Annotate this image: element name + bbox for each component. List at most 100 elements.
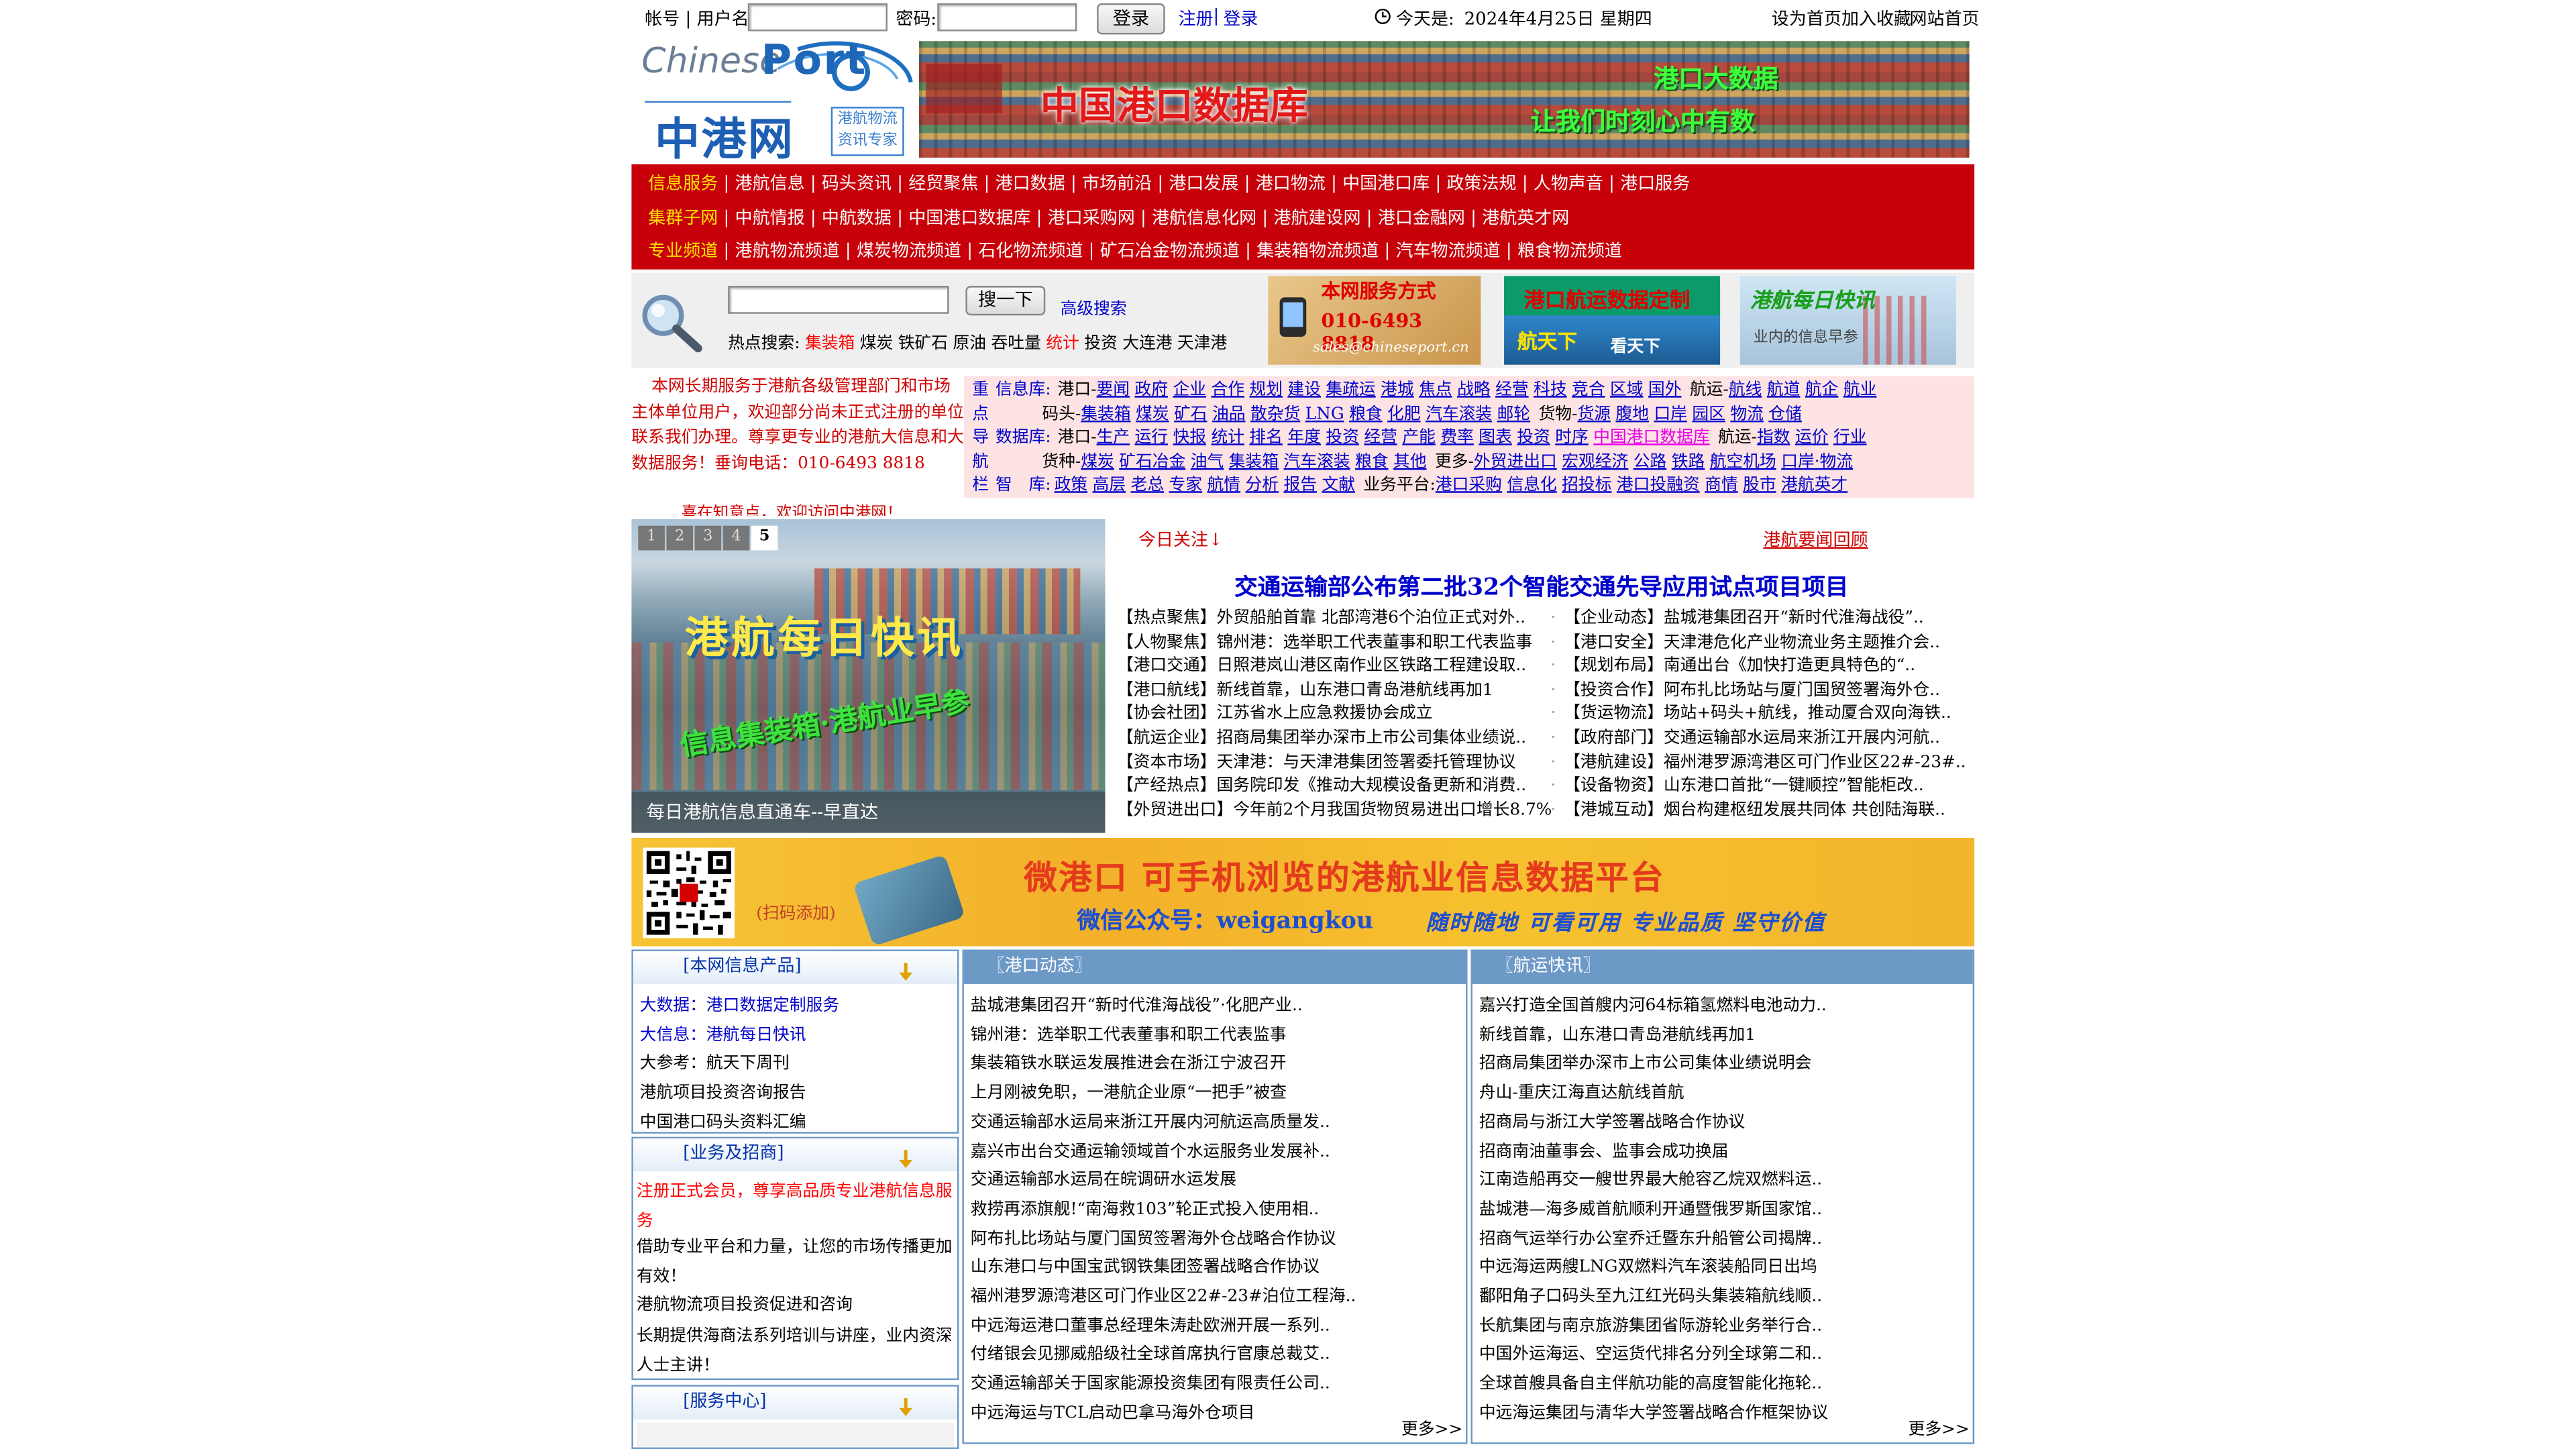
key-nav-link[interactable]: 费率 (1440, 429, 1474, 447)
nav-link-1-3[interactable]: 港口采购网 (1048, 208, 1135, 227)
news-list-item[interactable]: 锦州港：选举职工代表董事和职工代表监事 (971, 1020, 1287, 1044)
key-nav-link[interactable]: 口岸·物流 (1781, 453, 1853, 471)
slider-dot-1[interactable]: 1 (638, 525, 665, 551)
nav-link-2-0[interactable]: 港航物流频道 (735, 241, 840, 261)
nav-link-0-5[interactable]: 港口发展 (1169, 174, 1238, 194)
weigangkou-banner[interactable]: (扫码添加) 微港口 可手机浏览的港航业信息数据平台 微信公众号：weigang… (631, 837, 1975, 947)
nav-link-0-7[interactable]: 中国港口库 (1342, 174, 1430, 194)
business-item[interactable]: 港航物流项目投资促进和咨询 (637, 1291, 953, 1320)
news-list-item[interactable]: 中远海运集团与清华大学签署战略合作框架协议 (1479, 1398, 1828, 1422)
news-item-right[interactable]: 【政府部门】交通运输部水运局来浙江开展内河航.. (1564, 728, 1940, 752)
news-list-item[interactable]: 招商局集团举办深市上市公司集体业绩说明会 (1479, 1049, 1811, 1073)
news-list-item[interactable]: 救捞再添旗舰!“南海救103”轮正式投入使用相.. (971, 1194, 1319, 1219)
key-nav-link[interactable]: 图表 (1479, 429, 1512, 447)
username-input[interactable] (747, 3, 888, 32)
key-nav-link[interactable]: 煤炭 (1136, 405, 1169, 423)
key-nav-link[interactable]: 建设 (1287, 381, 1321, 399)
key-nav-link[interactable]: 老总 (1131, 477, 1165, 495)
key-nav-link[interactable]: 仓储 (1768, 405, 1802, 423)
advanced-search-link[interactable]: 高级搜索 (1061, 294, 1127, 319)
key-nav-link[interactable]: 报告 (1283, 477, 1317, 495)
nav-link-1-5[interactable]: 港航建设网 (1273, 208, 1360, 227)
key-nav-link[interactable]: 公路 (1633, 453, 1667, 471)
nav-link-2-5[interactable]: 汽车物流频道 (1396, 241, 1501, 261)
news-list-item[interactable]: 集装箱铁水联运发展推进会在浙江宁波召开 (971, 1049, 1287, 1073)
key-nav-link[interactable]: 铁路 (1672, 453, 1705, 471)
hot-search-link[interactable]: 天津港 (1177, 335, 1227, 354)
news-list-item[interactable]: 江南造船再交一艘世界最大舱容乙烷双燃料运.. (1479, 1165, 1822, 1190)
password-input[interactable] (937, 3, 1077, 32)
key-nav-link[interactable]: 分析 (1246, 477, 1279, 495)
login-link[interactable]: 登录 (1223, 7, 1258, 32)
key-nav-link[interactable]: 油品 (1212, 405, 1246, 423)
key-nav-link[interactable]: 快报 (1173, 429, 1206, 447)
key-nav-link[interactable]: 国外 (1648, 381, 1682, 399)
key-nav-link[interactable]: 航空机场 (1710, 453, 1776, 471)
data-custom-ad[interactable]: 港口航运数据定制 航天下 看天下 (1504, 276, 1721, 365)
nav-link-1-7[interactable]: 港航英才网 (1482, 208, 1569, 227)
hot-search-link[interactable]: 大连港 (1122, 335, 1172, 354)
nav-link-0-9[interactable]: 人物声音 (1534, 174, 1603, 194)
key-nav-link[interactable]: 焦点 (1419, 381, 1452, 399)
info-product-link[interactable]: 大数据：港口数据定制服务 (640, 991, 839, 1016)
nav-link-0-3[interactable]: 港口数据 (996, 174, 1065, 194)
news-item-right[interactable]: 【设备物资】山东港口首批“一键顺控”智能柜改.. (1564, 775, 1924, 800)
news-list-item[interactable]: 交通运输部水运局在皖调研水运发展 (971, 1165, 1236, 1190)
key-nav-link[interactable]: 文献 (1322, 477, 1355, 495)
nav-link-1-1[interactable]: 中航数据 (822, 208, 892, 227)
key-nav-link[interactable]: 年度 (1287, 429, 1321, 447)
news-list-item[interactable]: 全球首艘具备自主伴航功能的高度智能化拖轮.. (1479, 1368, 1822, 1393)
news-item-right[interactable]: 【规划布局】南通出台《加快打造更具特色的“.. (1564, 656, 1915, 680)
key-nav-link[interactable]: 港口投融资 (1617, 477, 1700, 495)
news-list-item[interactable]: 嘉兴打造全国首艘内河64标箱氢燃料电池动力.. (1479, 991, 1827, 1016)
key-nav-link[interactable]: 区域 (1610, 381, 1644, 399)
news-item-left[interactable]: 【产经热点】国务院印发《推动大规模设备更新和消费.. (1117, 775, 1526, 800)
key-nav-link[interactable]: 集装箱 (1229, 453, 1279, 471)
port-database-banner[interactable]: 中国港口数据库 港口大数据 让我们时刻心中有数 (919, 41, 1970, 158)
port-news-more-link[interactable]: 更多>> (1401, 1415, 1462, 1439)
key-nav-link[interactable]: 时序 (1555, 429, 1589, 447)
nav-link-0-2[interactable]: 经贸聚焦 (908, 174, 978, 194)
key-nav-link[interactable]: 航道 (1767, 381, 1801, 399)
contact-ad[interactable]: 本网服务方式 010-6493 8818 sales@chineseport.c… (1268, 276, 1481, 365)
hot-search-link[interactable]: 铁矿石 (898, 335, 948, 354)
nav-link-0-1[interactable]: 码头资讯 (822, 174, 892, 194)
daily-news-ad[interactable]: 港航每日快讯 业内的信息早参 (1739, 276, 1956, 365)
slider-dot-2[interactable]: 2 (666, 525, 694, 551)
hot-search-link[interactable]: 集装箱 (805, 335, 855, 354)
add-favorite-link[interactable]: 加入收藏 (1841, 7, 1911, 32)
key-nav-link[interactable]: 口岸 (1654, 405, 1687, 423)
nav-link-0-4[interactable]: 市场前沿 (1082, 174, 1152, 194)
nav-link-0-6[interactable]: 港口物流 (1256, 174, 1326, 194)
key-nav-link[interactable]: 规划 (1249, 381, 1283, 399)
search-input[interactable] (728, 286, 949, 314)
news-list-item[interactable]: 招商南油董事会、监事会成功换届 (1479, 1136, 1729, 1161)
news-item-left[interactable]: 【协会社团】江苏省水上应急救援协会成立 (1117, 704, 1433, 728)
nav-link-1-6[interactable]: 港口金融网 (1378, 208, 1465, 227)
news-item-right[interactable]: 【港城互动】烟台构建枢纽发展共同体 共创陆海联.. (1564, 800, 1945, 824)
nav-link-2-4[interactable]: 集装箱物流频道 (1256, 241, 1379, 261)
search-button[interactable]: 搜一下 (965, 286, 1046, 316)
key-nav-link[interactable]: 货源 (1577, 405, 1611, 423)
hot-search-link[interactable]: 原油 (953, 335, 986, 354)
news-list-item[interactable]: 交通运输部水运局来浙江开展内河航运高质量发.. (971, 1107, 1330, 1132)
key-nav-link[interactable]: 投资 (1517, 429, 1550, 447)
key-nav-link[interactable]: 邮轮 (1497, 405, 1531, 423)
hot-search-link[interactable]: 投资 (1084, 335, 1118, 354)
news-list-item[interactable]: 付绪银会见挪威船级社全球首席执行官康总裁艾.. (971, 1340, 1330, 1364)
key-nav-link[interactable]: 集装箱 (1081, 405, 1130, 423)
key-nav-link[interactable]: 腹地 (1615, 405, 1649, 423)
news-item-left[interactable]: 【资本市场】天津港：与天津港集团签署委托管理协议 (1117, 752, 1516, 776)
hot-search-link[interactable]: 吞吐量 (991, 335, 1040, 354)
hot-search-link[interactable]: 统计 (1046, 335, 1079, 354)
news-list-item[interactable]: 中远海运两艘LNG双燃料汽车滚装船同日出坞 (1479, 1252, 1817, 1277)
key-nav-link[interactable]: 中国港口数据库 (1593, 429, 1709, 447)
key-nav-link[interactable]: 航线 (1729, 381, 1762, 399)
nav-link-2-3[interactable]: 矿石冶金物流频道 (1100, 241, 1240, 261)
key-nav-link[interactable]: 汽车滚装 (1284, 453, 1350, 471)
slider-dot-4[interactable]: 4 (722, 525, 750, 551)
nav-link-1-2[interactable]: 中国港口数据库 (908, 208, 1030, 227)
news-item-left[interactable]: 【人物聚焦】锦州港：选举职工代表董事和职工代表监事 (1117, 632, 1532, 656)
key-nav-link[interactable]: 汽车滚装 (1426, 405, 1492, 423)
key-nav-link[interactable]: 航企 (1805, 381, 1839, 399)
